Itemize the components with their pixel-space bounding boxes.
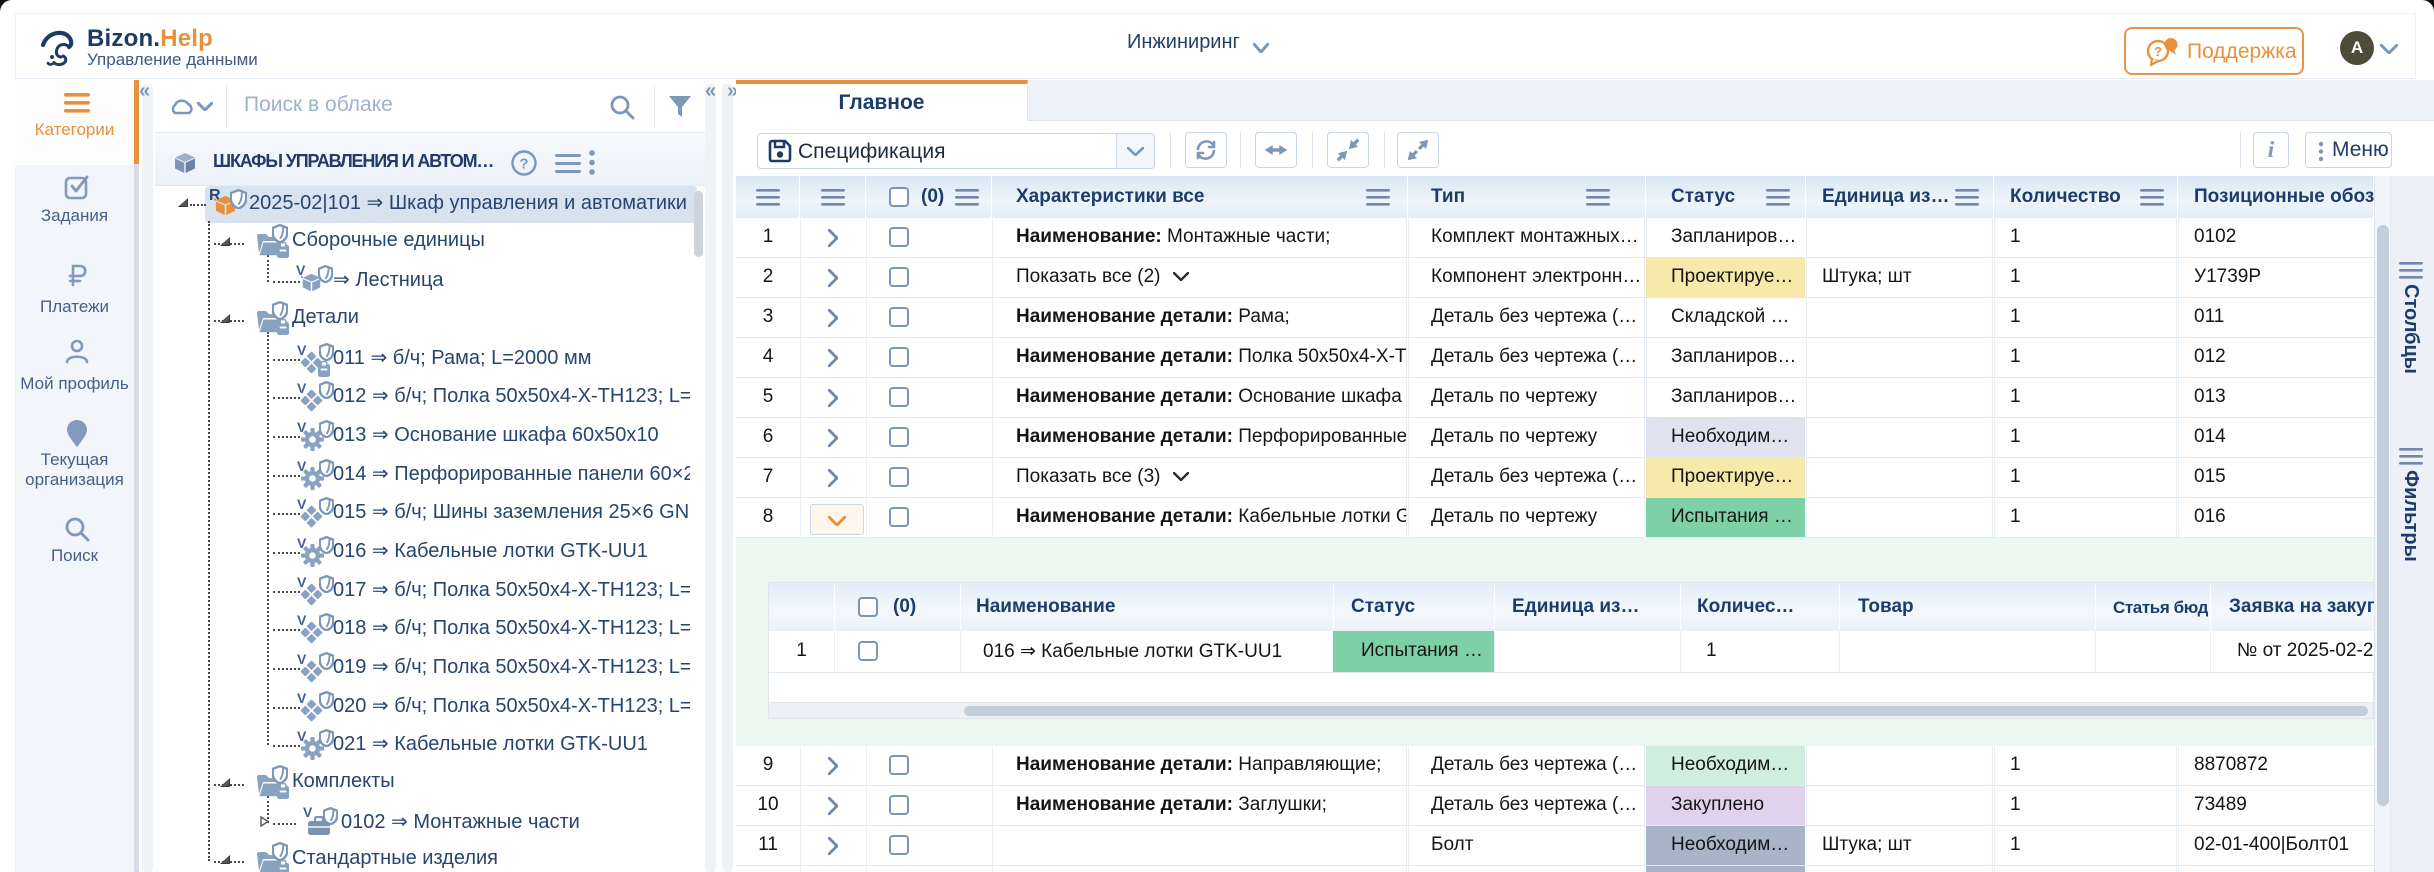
svg-text:?: ? xyxy=(2154,44,2162,59)
svg-text:?: ? xyxy=(519,156,528,173)
